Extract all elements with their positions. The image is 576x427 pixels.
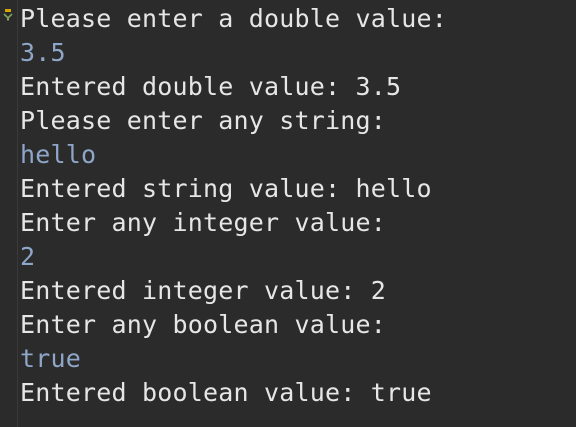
console-line-result-integer: Entered integer value: 2 xyxy=(20,276,387,305)
console-line-input-integer: 2 xyxy=(20,242,36,271)
console-line-input-boolean: true xyxy=(20,344,82,373)
console-line-result-string: Entered string value: hello xyxy=(20,174,432,203)
console-line-prompt-integer: Enter any integer value: xyxy=(20,208,387,237)
console-line-result-boolean: Entered boolean value: true xyxy=(20,378,432,407)
console-line-input-double: 3.5 xyxy=(20,38,66,67)
console-line-prompt-boolean: Enter any boolean value: xyxy=(20,310,387,339)
console-view[interactable]: Please enter a double value: 3.5 Entered… xyxy=(0,0,576,427)
gutter-divider xyxy=(17,0,18,427)
console-line-prompt-string: Please enter any string: xyxy=(20,106,387,135)
console-output[interactable]: Please enter a double value: 3.5 Entered… xyxy=(20,2,576,410)
console-line-input-string: hello xyxy=(20,140,97,169)
run-marker-icon xyxy=(3,9,13,21)
console-line-prompt-double: Please enter a double value: xyxy=(20,4,448,33)
console-line-result-double: Entered double value: 3.5 xyxy=(20,72,402,101)
console-gutter xyxy=(0,0,17,427)
